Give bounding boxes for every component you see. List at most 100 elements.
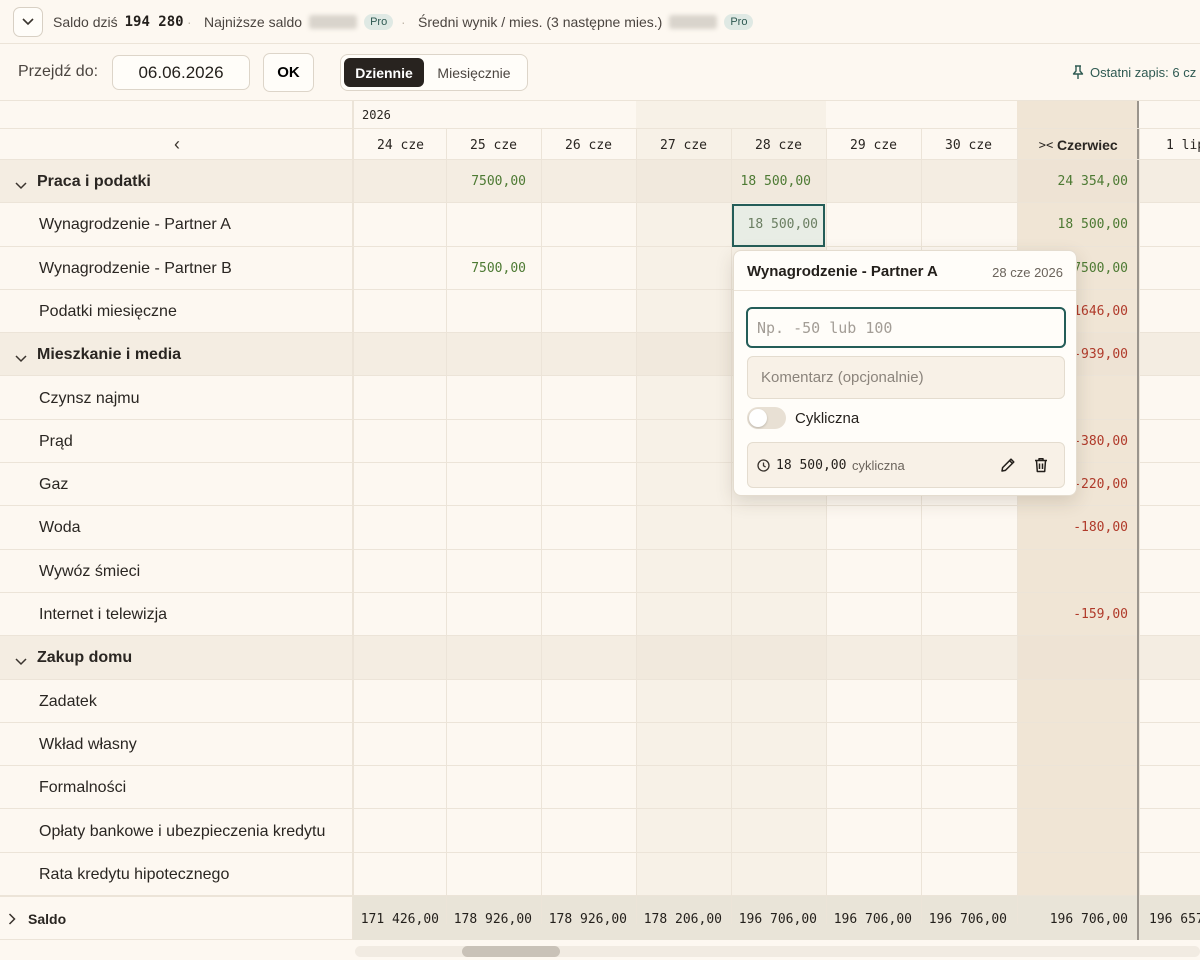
grid-cell[interactable]: [446, 506, 541, 549]
grid-cell[interactable]: [731, 723, 826, 766]
grid-cell[interactable]: [353, 550, 448, 593]
grid-cell[interactable]: [731, 810, 826, 853]
amount-input[interactable]: [746, 307, 1066, 348]
grid-cell[interactable]: [541, 160, 636, 203]
grid-cell[interactable]: [636, 550, 731, 593]
view-daily-button[interactable]: Dziennie: [344, 58, 424, 87]
grid-cell[interactable]: [541, 377, 636, 420]
grid-cell[interactable]: [353, 766, 448, 809]
grid-cell[interactable]: [731, 766, 826, 809]
goto-date-input[interactable]: [112, 55, 250, 90]
chevron-down-icon[interactable]: [15, 177, 27, 195]
grid-cell[interactable]: [731, 853, 826, 896]
grid-cell[interactable]: [446, 723, 541, 766]
grid-cell[interactable]: [541, 680, 636, 723]
comment-input[interactable]: [747, 356, 1065, 399]
grid-cell[interactable]: [446, 636, 541, 679]
grid-cell[interactable]: [446, 766, 541, 809]
grid-cell[interactable]: [921, 680, 1016, 723]
grid-cell[interactable]: [636, 593, 731, 636]
grid-cell[interactable]: [353, 377, 448, 420]
grid-cell[interactable]: [636, 723, 731, 766]
chevron-down-icon[interactable]: [15, 653, 27, 671]
chevron-down-icon[interactable]: [15, 350, 27, 368]
grid-cell[interactable]: [731, 593, 826, 636]
grid-cell[interactable]: [446, 463, 541, 506]
prev-period-button[interactable]: ‹: [160, 135, 194, 153]
grid-cell[interactable]: [921, 506, 1016, 549]
grid-cell[interactable]: [921, 723, 1016, 766]
grid-cell[interactable]: [636, 203, 731, 246]
grid-cell[interactable]: [446, 420, 541, 463]
grid-cell[interactable]: [353, 463, 448, 506]
grid-cell[interactable]: [636, 766, 731, 809]
grid-cell[interactable]: [353, 160, 448, 203]
grid-cell[interactable]: [636, 377, 731, 420]
grid-cell[interactable]: [353, 853, 448, 896]
pro-badge[interactable]: Pro: [724, 14, 754, 30]
grid-cell[interactable]: [921, 160, 1016, 203]
grid-cell[interactable]: [446, 377, 541, 420]
grid-cell[interactable]: [541, 463, 636, 506]
grid-cell[interactable]: [353, 290, 448, 333]
grid-cell[interactable]: [826, 723, 921, 766]
grid-cell[interactable]: [541, 723, 636, 766]
grid-cell[interactable]: [541, 247, 636, 290]
grid-cell[interactable]: [731, 550, 826, 593]
grid-cell[interactable]: [826, 550, 921, 593]
grid-cell[interactable]: [921, 203, 1016, 246]
grid-cell[interactable]: [636, 247, 731, 290]
grid-cell[interactable]: [541, 550, 636, 593]
grid-cell[interactable]: [921, 766, 1016, 809]
grid-cell[interactable]: [446, 593, 541, 636]
grid-cell[interactable]: [921, 810, 1016, 853]
grid-cell[interactable]: [541, 290, 636, 333]
grid-cell[interactable]: [731, 636, 826, 679]
grid-cell[interactable]: [636, 636, 731, 679]
grid-cell[interactable]: [541, 420, 636, 463]
grid-cell[interactable]: [921, 550, 1016, 593]
horizontal-scrollbar[interactable]: [355, 946, 1200, 957]
grid-cell[interactable]: [353, 810, 448, 853]
grid-cell[interactable]: [446, 550, 541, 593]
chevron-right-icon[interactable]: [8, 912, 16, 930]
grid-cell[interactable]: [446, 853, 541, 896]
grid-cell[interactable]: [353, 636, 448, 679]
grid-cell[interactable]: [636, 160, 731, 203]
grid-cell[interactable]: [541, 766, 636, 809]
grid-cell[interactable]: [731, 680, 826, 723]
grid-cell[interactable]: [541, 593, 636, 636]
grid-cell[interactable]: [731, 506, 826, 549]
grid-cell[interactable]: [353, 593, 448, 636]
grid-cell[interactable]: [636, 463, 731, 506]
grid-cell[interactable]: [636, 290, 731, 333]
pencil-icon[interactable]: [999, 456, 1017, 474]
grid-cell[interactable]: [353, 680, 448, 723]
grid-cell[interactable]: [921, 593, 1016, 636]
grid-cell[interactable]: [826, 766, 921, 809]
scrollbar-thumb[interactable]: [462, 946, 560, 957]
ok-button[interactable]: OK: [263, 53, 314, 92]
view-monthly-button[interactable]: Miesięcznie: [424, 58, 524, 87]
grid-cell[interactable]: [636, 420, 731, 463]
grid-cell[interactable]: [446, 203, 541, 246]
grid-cell[interactable]: [541, 636, 636, 679]
grid-cell[interactable]: [353, 420, 448, 463]
grid-cell[interactable]: [446, 680, 541, 723]
grid-cell[interactable]: [826, 810, 921, 853]
month-column-header[interactable]: Czerwiec: [1057, 137, 1118, 153]
grid-cell[interactable]: [541, 333, 636, 376]
grid-cell[interactable]: [636, 853, 731, 896]
grid-cell[interactable]: [826, 506, 921, 549]
grid-cell[interactable]: [826, 853, 921, 896]
grid-cell[interactable]: [353, 723, 448, 766]
pro-badge[interactable]: Pro: [364, 14, 394, 30]
grid-cell[interactable]: [353, 203, 448, 246]
grid-cell[interactable]: [541, 506, 636, 549]
grid-cell[interactable]: [446, 333, 541, 376]
grid-cell[interactable]: [541, 203, 636, 246]
grid-cell[interactable]: [826, 160, 921, 203]
grid-cell[interactable]: [921, 636, 1016, 679]
grid-cell[interactable]: [636, 333, 731, 376]
trash-icon[interactable]: [1032, 456, 1050, 474]
